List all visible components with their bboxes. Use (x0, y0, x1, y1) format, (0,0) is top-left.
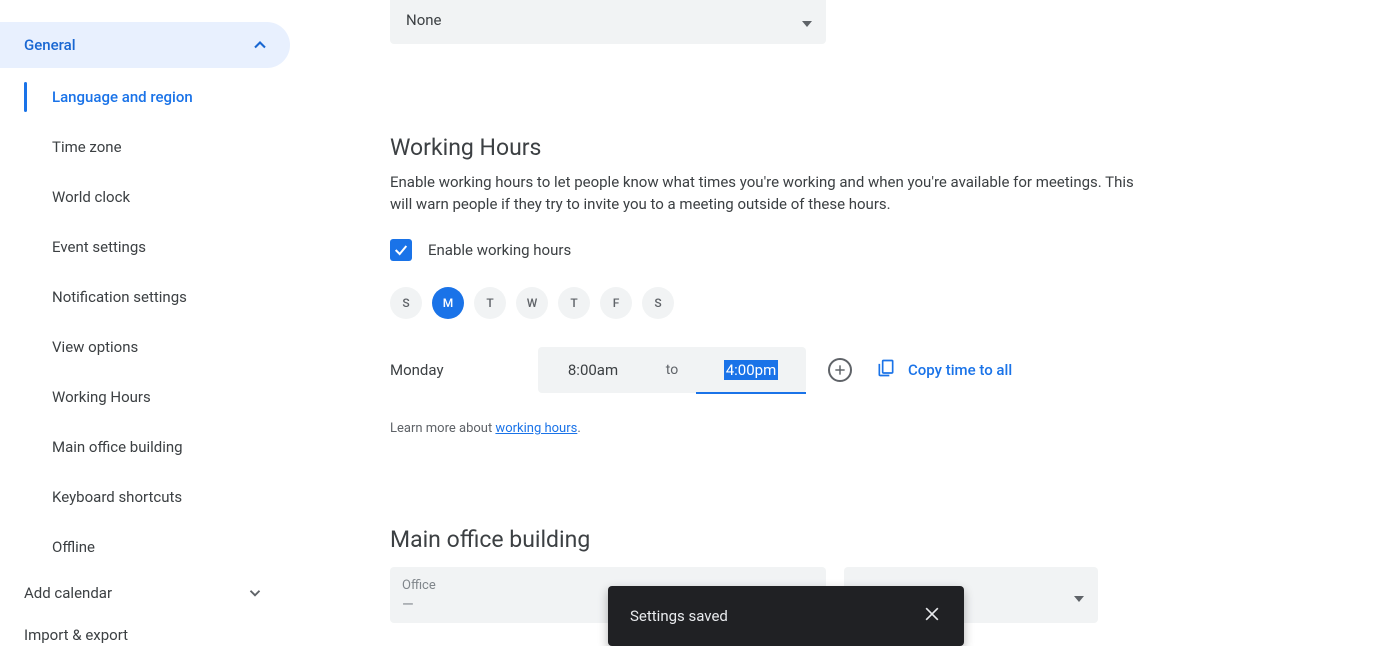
sidebar-section-label: General (24, 36, 76, 54)
chevron-down-icon (246, 584, 264, 602)
hours-row: Monday 8:00am to 4:00pm (390, 347, 1270, 393)
sidebar-item-event-settings[interactable]: Event settings (24, 222, 290, 272)
section-title: Main office building (390, 526, 1270, 553)
add-time-button[interactable] (828, 358, 852, 382)
sidebar-item-notification-settings[interactable]: Notification settings (24, 272, 290, 322)
day-thursday[interactable]: T (558, 287, 590, 319)
time-range: 8:00am to 4:00pm (538, 347, 806, 393)
day-friday[interactable]: F (600, 287, 632, 319)
copy-time-to-all-button[interactable]: Copy time to all (876, 358, 1012, 382)
sidebar-item-import-export[interactable]: Import & export (0, 614, 290, 646)
to-label: to (648, 347, 696, 393)
end-time-input[interactable]: 4:00pm (696, 348, 806, 394)
day-wednesday[interactable]: W (516, 287, 548, 319)
sidebar-item-working-hours[interactable]: Working Hours (24, 372, 290, 422)
copy-icon (876, 358, 896, 382)
section-title: Working Hours (390, 134, 1270, 161)
working-hours-help-link[interactable]: working hours (495, 421, 577, 436)
enable-working-hours-row: Enable working hours (390, 239, 1270, 261)
dropdown-value: None (406, 11, 442, 29)
day-saturday[interactable]: S (642, 287, 674, 319)
sidebar-item-add-calendar[interactable]: Add calendar (0, 572, 290, 614)
sidebar-item-language-region[interactable]: Language and region (24, 72, 290, 122)
day-of-week-picker: S M T W T F S (390, 287, 1270, 319)
day-sunday[interactable]: S (390, 287, 422, 319)
day-tuesday[interactable]: T (474, 287, 506, 319)
learn-more-text: Learn more about working hours. (390, 421, 1270, 436)
caret-down-icon (1074, 590, 1084, 600)
settings-sidebar: General Language and region Time zone Wo… (0, 0, 290, 646)
dropdown-value: — (402, 595, 414, 613)
settings-content: None Working Hours Enable working hours … (290, 0, 1400, 646)
checkbox-label: Enable working hours (428, 241, 571, 259)
settings-saved-toast: Settings saved (608, 586, 964, 646)
section-description: Enable working hours to let people know … (390, 171, 1150, 215)
sidebar-section-general[interactable]: General (0, 22, 290, 68)
day-monday[interactable]: M (432, 287, 464, 319)
sidebar-item-view-options[interactable]: View options (24, 322, 290, 372)
top-dropdown[interactable]: None (390, 0, 826, 44)
copy-label: Copy time to all (908, 361, 1012, 379)
enable-working-hours-checkbox[interactable] (390, 239, 412, 261)
sidebar-item-keyboard-shortcuts[interactable]: Keyboard shortcuts (24, 472, 290, 522)
day-label: Monday (390, 361, 538, 379)
working-hours-section: Working Hours Enable working hours to le… (390, 134, 1270, 436)
sidebar-item-offline[interactable]: Offline (24, 522, 290, 572)
close-icon (922, 610, 942, 628)
chevron-up-icon (250, 35, 270, 55)
sidebar-item-time-zone[interactable]: Time zone (24, 122, 290, 172)
caret-down-icon (802, 15, 812, 25)
toast-close-button[interactable] (922, 604, 942, 628)
start-time-input[interactable]: 8:00am (538, 347, 648, 393)
sidebar-item-main-office-building[interactable]: Main office building (24, 422, 290, 472)
sidebar-item-world-clock[interactable]: World clock (24, 172, 290, 222)
sidebar-subnav: Language and region Time zone World cloc… (0, 72, 290, 572)
toast-message: Settings saved (630, 607, 728, 625)
dropdown-label: Office (402, 578, 436, 593)
